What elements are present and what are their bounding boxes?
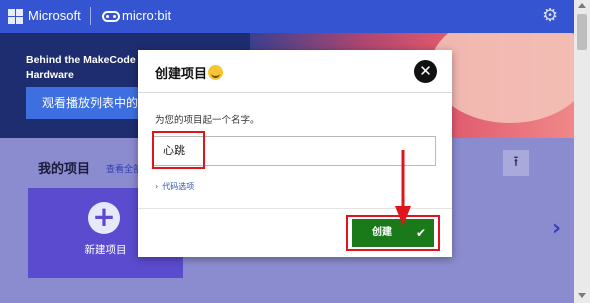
top-bar: Microsoft micro:bit ⚙ — [0, 0, 574, 33]
microsoft-logo-icon — [8, 9, 23, 24]
view-all-link[interactable]: 查看全部 — [106, 162, 141, 175]
page-scrollbar[interactable] — [574, 0, 590, 303]
brand-divider — [90, 7, 91, 25]
scroll-thumb[interactable] — [577, 14, 587, 50]
microbit-logo-icon — [102, 11, 120, 22]
import-button[interactable]: ⭱ — [503, 150, 529, 176]
close-icon[interactable]: ✕ — [414, 60, 437, 83]
dialog-title: 创建项目 — [155, 63, 224, 82]
microbit-brand[interactable]: micro:bit — [122, 8, 171, 23]
name-prompt: 为您的项目起一个名字。 — [155, 115, 260, 126]
my-projects-heading: 我的项目 — [38, 162, 91, 177]
code-options-label: 代码选项 — [162, 182, 195, 191]
scroll-down-icon[interactable] — [578, 293, 586, 298]
smile-emoji-icon — [208, 65, 224, 80]
chevron-right-icon: › — [155, 182, 159, 191]
code-options-toggle[interactable]: › 代码选项 — [155, 181, 194, 192]
upload-icon: ⭱ — [513, 154, 519, 170]
chevron-right-icon[interactable]: › — [552, 216, 561, 241]
scroll-up-icon[interactable] — [578, 3, 586, 8]
check-icon: ✔ — [415, 226, 426, 240]
dialog-header: 创建项目 ✕ — [138, 50, 452, 93]
annotation-arrow-icon — [395, 150, 411, 226]
gear-icon[interactable]: ⚙ — [542, 7, 558, 25]
microsoft-brand: Microsoft — [28, 8, 81, 23]
create-button-label: 创建 — [372, 227, 392, 238]
dialog-title-text: 创建项目 — [155, 67, 208, 82]
plus-icon: + — [88, 202, 120, 234]
